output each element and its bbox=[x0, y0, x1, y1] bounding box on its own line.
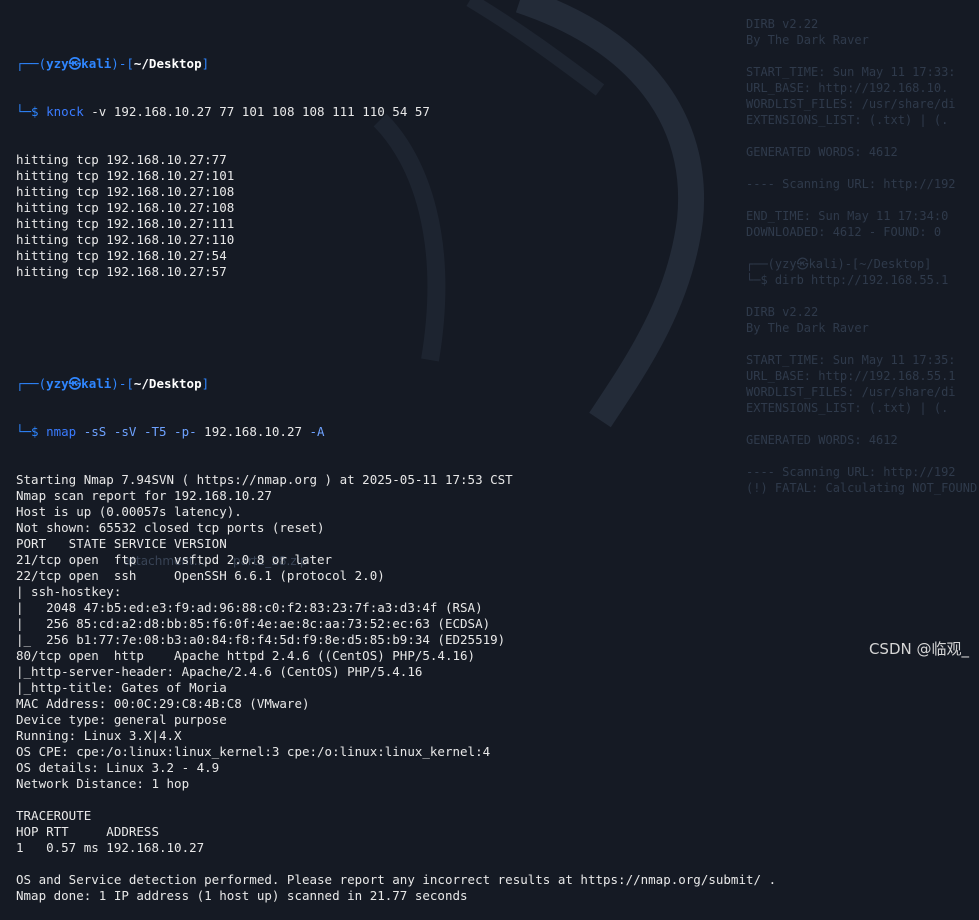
command-line: └─$ knock -v 192.168.10.27 77 101 108 10… bbox=[16, 104, 430, 119]
output-line: Device type: general purpose bbox=[16, 712, 227, 727]
output-line: hitting tcp 192.168.10.27:111 bbox=[16, 216, 235, 231]
output-line: |_http-server-header: Apache/2.4.6 (Cent… bbox=[16, 664, 423, 679]
output-line: Host is up (0.00057s latency). bbox=[16, 504, 242, 519]
output-line: OS details: Linux 3.2 - 4.9 bbox=[16, 760, 220, 775]
output-line: PORT STATE SERVICE VERSION bbox=[16, 536, 227, 551]
output-line: MAC Address: 00:0C:29:C8:4B:C8 (VMware) bbox=[16, 696, 310, 711]
command-options: -sS -sV -T5 -p- bbox=[83, 424, 197, 439]
output-line: |_http-title: Gates of Moria bbox=[16, 680, 227, 695]
command-name: nmap bbox=[46, 424, 77, 439]
output-line: Nmap scan report for 192.168.10.27 bbox=[16, 488, 272, 503]
output-line: TRACEROUTE bbox=[16, 808, 92, 823]
command-target: 192.168.10.27 bbox=[196, 424, 310, 439]
output-line: Starting Nmap 7.94SVN ( https://nmap.org… bbox=[16, 472, 513, 487]
command-args: -v 192.168.10.27 77 101 108 108 111 110 … bbox=[91, 104, 430, 119]
output-line: OS and Service detection performed. Plea… bbox=[16, 872, 777, 887]
command-name: knock bbox=[46, 104, 84, 119]
output-line: Network Distance: 1 hop bbox=[16, 776, 190, 791]
output-line: Not shown: 65532 closed tcp ports (reset… bbox=[16, 520, 325, 535]
terminal-output[interactable]: ┌──(yzy㉿kali)-[~/Desktop] └─$ knock -v 1… bbox=[16, 8, 979, 903]
output-line: | ssh-hostkey: bbox=[16, 584, 122, 599]
output-line: hitting tcp 192.168.10.27:54 bbox=[16, 248, 227, 263]
command-output: Starting Nmap 7.94SVN ( https://nmap.org… bbox=[16, 472, 979, 904]
output-line: hitting tcp 192.168.10.27:77 bbox=[16, 152, 227, 167]
output-line: Nmap done: 1 IP address (1 host up) scan… bbox=[16, 888, 468, 903]
output-line: |_ 256 b1:77:7e:08:b3:a0:84:f8:f4:5d:f9:… bbox=[16, 632, 506, 647]
output-line: hitting tcp 192.168.10.27:57 bbox=[16, 264, 227, 279]
output-line: | 256 85:cd:a2:d8:bb:85:f6:0f:4e:ae:8c:a… bbox=[16, 616, 491, 631]
output-line: 1 0.57 ms 192.168.10.27 bbox=[16, 840, 205, 855]
watermark: CSDN @临观_ bbox=[868, 640, 969, 658]
prompt-line: ┌──(yzy㉿kali)-[~/Desktop] bbox=[16, 56, 210, 71]
prompt-line: ┌──(yzy㉿kali)-[~/Desktop] bbox=[16, 376, 210, 391]
output-line: hitting tcp 192.168.10.27:110 bbox=[16, 232, 235, 247]
output-line: 80/tcp open http Apache httpd 2.4.6 ((Ce… bbox=[16, 648, 476, 663]
output-line: Running: Linux 3.X|4.X bbox=[16, 728, 182, 743]
output-line: hitting tcp 192.168.10.27:108 bbox=[16, 184, 235, 199]
command-line: └─$ nmap -sS -sV -T5 -p- 192.168.10.27 -… bbox=[16, 424, 325, 439]
output-line: | 2048 47:b5:ed:e3:f9:ad:96:88:c0:f2:83:… bbox=[16, 600, 483, 615]
output-line: 21/tcp open ftp vsftpd 2.0.8 or later bbox=[16, 552, 333, 567]
output-line: HOP RTT ADDRESS bbox=[16, 824, 159, 839]
output-line: hitting tcp 192.168.10.27:101 bbox=[16, 168, 235, 183]
output-line: OS CPE: cpe:/o:linux:linux_kernel:3 cpe:… bbox=[16, 744, 491, 759]
output-line: hitting tcp 192.168.10.27:108 bbox=[16, 200, 235, 215]
command-options: -A bbox=[309, 424, 325, 439]
output-line: 22/tcp open ssh OpenSSH 6.6.1 (protocol … bbox=[16, 568, 385, 583]
command-output: hitting tcp 192.168.10.27:77 hitting tcp … bbox=[16, 152, 979, 280]
